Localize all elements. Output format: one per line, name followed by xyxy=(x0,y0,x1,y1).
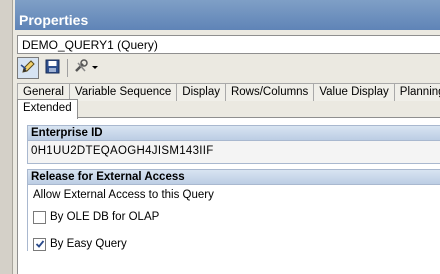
tab-variable-sequence[interactable]: Variable Sequence xyxy=(68,83,178,101)
checkmark-icon xyxy=(35,240,44,248)
tools-dropdown-icon xyxy=(73,58,99,78)
easy-query-option[interactable]: By Easy Query xyxy=(28,233,440,255)
tab-planning[interactable]: Planning xyxy=(393,83,440,101)
release-heading: Release for External Access xyxy=(28,170,440,185)
docking-edge xyxy=(0,0,13,274)
tab-display[interactable]: Display xyxy=(176,83,226,101)
tab-extended[interactable]: Extended xyxy=(17,99,78,119)
ole-db-label: By OLE DB for OLAP xyxy=(50,211,160,223)
ole-db-checkbox[interactable] xyxy=(33,210,46,224)
release-group: Release for External Access Allow Extern… xyxy=(27,169,440,255)
tab-content: Enterprise ID 0H1UU2DTEQAOGH4JISM143IIF … xyxy=(17,117,440,274)
enterprise-id-group: Enterprise ID 0H1UU2DTEQAOGH4JISM143IIF xyxy=(27,125,440,164)
tab-row-1: General Variable Sequence Display Rows/C… xyxy=(17,83,440,101)
panel-title: Properties xyxy=(15,0,440,30)
object-selector[interactable]: DEMO_QUERY1 (Query) xyxy=(17,35,440,54)
easy-query-label: By Easy Query xyxy=(50,238,127,250)
release-caption: Allow External Access to this Query xyxy=(33,189,214,201)
ole-db-option[interactable]: By OLE DB for OLAP xyxy=(28,206,440,228)
tab-value-display[interactable]: Value Display xyxy=(313,83,395,101)
save-button[interactable] xyxy=(41,57,63,79)
enterprise-id-heading: Enterprise ID xyxy=(28,126,440,141)
properties-panel: Properties DEMO_QUERY1 (Query) General V… xyxy=(15,0,440,274)
tab-row-2: Extended xyxy=(17,99,78,119)
enterprise-id-value: 0H1UU2DTEQAOGH4JISM143IIF xyxy=(28,141,440,163)
tab-rows-columns[interactable]: Rows/Columns xyxy=(224,83,315,101)
toolbar-separator xyxy=(67,59,68,77)
save-disk-icon xyxy=(45,59,60,77)
tools-dropdown-button[interactable] xyxy=(71,57,101,79)
easy-query-checkbox[interactable] xyxy=(33,237,46,251)
edit-pencil-icon xyxy=(20,59,36,78)
edit-button[interactable] xyxy=(17,57,39,79)
